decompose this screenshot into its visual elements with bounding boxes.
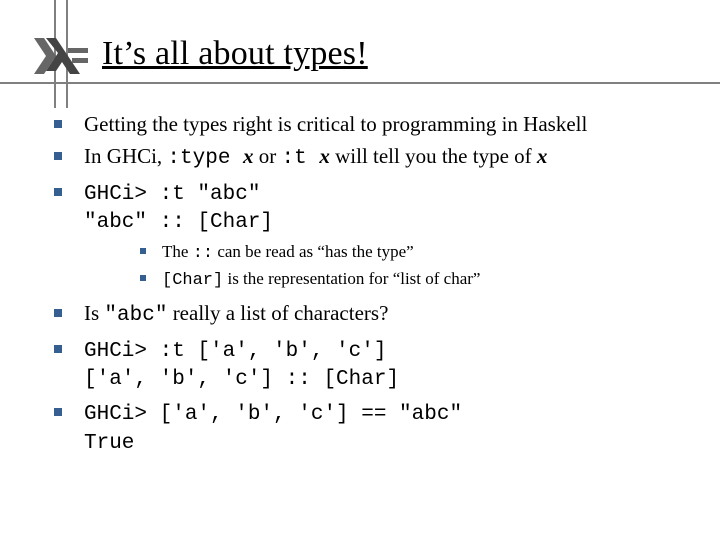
bullet-4: Is "abc" really a list of characters?: [48, 299, 690, 330]
slide-title: It’s all about types!: [102, 35, 368, 73]
bullet-4-seg2: really a list of characters?: [173, 301, 389, 325]
bullet-4-seg1: Is: [84, 301, 104, 325]
sub-1: The :: can be read as “has the type”: [136, 241, 690, 266]
bullet-6: GHCi> ['a', 'b', 'c'] == "abc" True: [48, 398, 690, 458]
sub-2-seg: is the representation for “list of char”: [227, 269, 480, 288]
sub-1-code: ::: [193, 244, 213, 263]
bullet-2: In GHCi, :type x or :t x will tell you t…: [48, 142, 690, 173]
haskell-logo-icon: [34, 38, 90, 74]
slide-content: Getting the types right is critical to p…: [48, 110, 690, 462]
sub-1-seg1: The: [162, 242, 193, 261]
slide: It’s all about types! Getting the types …: [0, 0, 720, 540]
bullet-6-line2: True: [84, 430, 690, 458]
bullet-2-seg1: In GHCi,: [84, 144, 167, 168]
bullet-3: GHCi> :t "abc" "abc" :: [Char] The :: ca…: [48, 178, 690, 294]
bullet-2-code1: :type: [167, 147, 243, 170]
bullet-2-seg3: will tell you the type of: [335, 144, 537, 168]
sub-1-seg2: can be read as “has the type”: [217, 242, 413, 261]
bullet-2-var1: x: [243, 144, 254, 168]
bullet-2-seg2: or: [259, 144, 282, 168]
sub-2: [Char] is the representation for “list o…: [136, 268, 690, 293]
bullet-6-line1: GHCi> ['a', 'b', 'c'] == "abc": [84, 403, 462, 426]
bullet-1: Getting the types right is critical to p…: [48, 110, 690, 138]
bullet-3-line2: "abc" :: [Char]: [84, 209, 690, 237]
bullet-4-code: "abc": [104, 304, 167, 327]
sub-2-code: [Char]: [162, 271, 223, 290]
bullet-3-line1: GHCi> :t "abc": [84, 183, 260, 206]
bullet-1-text: Getting the types right is critical to p…: [84, 112, 587, 136]
bullet-2-var3: x: [537, 144, 548, 168]
bullet-5-line2: ['a', 'b', 'c'] :: [Char]: [84, 366, 690, 394]
bullet-5: GHCi> :t ['a', 'b', 'c'] ['a', 'b', 'c']…: [48, 335, 690, 395]
bullet-2-code2: :t: [282, 147, 320, 170]
bullet-5-line1: GHCi> :t ['a', 'b', 'c']: [84, 340, 386, 363]
decor-hline: [0, 82, 720, 84]
bullet-2-var2: x: [319, 144, 330, 168]
